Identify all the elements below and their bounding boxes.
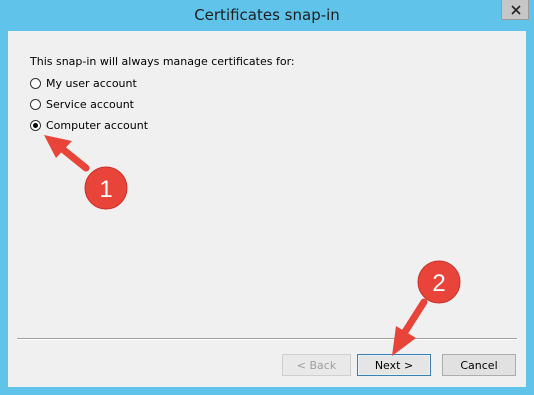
option-computer-account[interactable]: Computer account: [30, 117, 148, 133]
close-button[interactable]: [501, 0, 529, 20]
certificates-snap-in-dialog: Certificates snap-in This snap-in will a…: [0, 0, 534, 395]
cancel-button[interactable]: Cancel: [442, 354, 516, 376]
option-label: My user account: [46, 76, 137, 90]
back-button[interactable]: < Back: [282, 354, 351, 376]
radio-button[interactable]: [30, 98, 41, 110]
next-button[interactable]: Next >: [357, 354, 431, 376]
dialog-body: This snap-in will always manage certific…: [8, 31, 526, 387]
option-service-account[interactable]: Service account: [30, 96, 134, 112]
close-icon: [511, 5, 521, 15]
radio-button[interactable]: [30, 77, 41, 89]
option-label: Computer account: [46, 118, 149, 132]
option-label: Service account: [46, 97, 134, 111]
separator: [17, 338, 517, 340]
prompt-text: This snap-in will always manage certific…: [30, 55, 295, 68]
window-title: Certificates snap-in: [194, 6, 340, 24]
option-my-user-account[interactable]: My user account: [30, 75, 137, 91]
radio-button-selected[interactable]: [30, 119, 41, 131]
title-bar: Certificates snap-in: [0, 0, 534, 30]
